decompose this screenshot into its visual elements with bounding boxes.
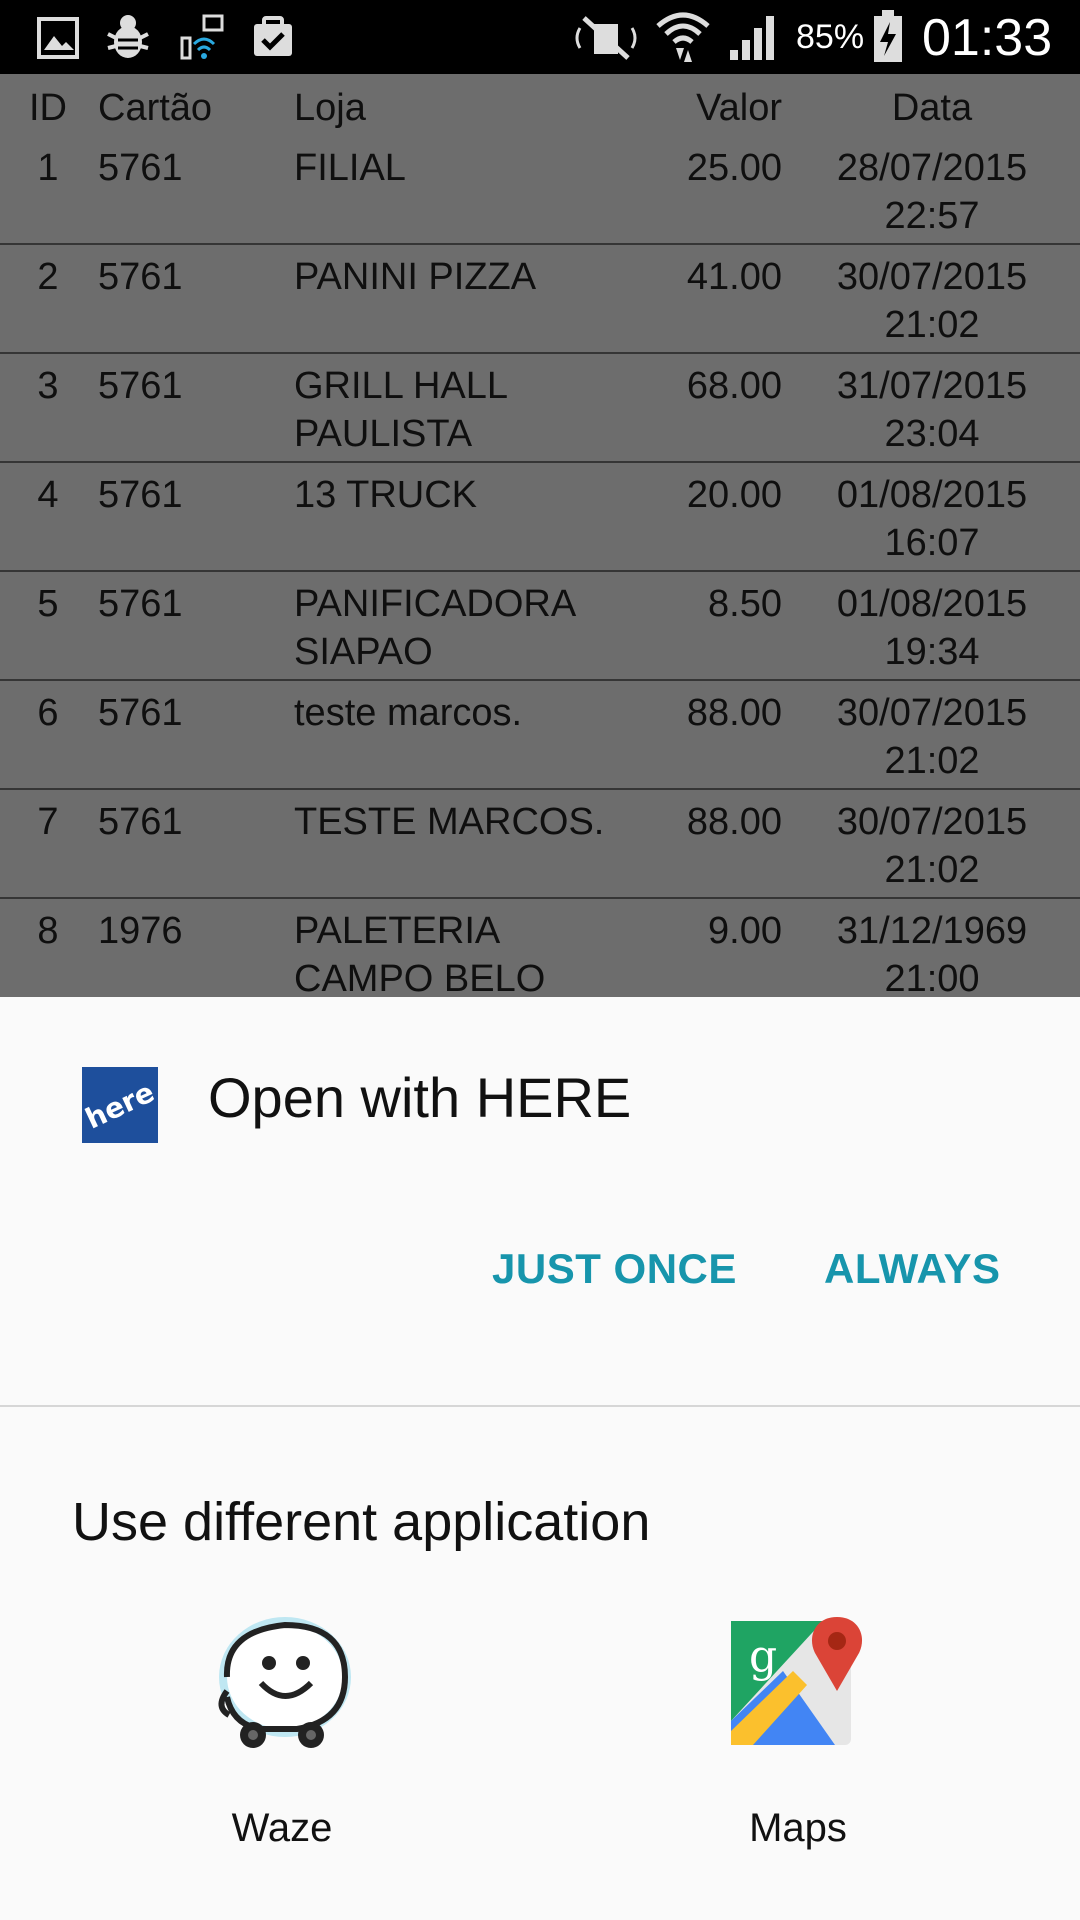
table-header: ID Cartão Loja Valor Data (0, 74, 1080, 136)
cell-date: 31/12/1969 21:00 (836, 910, 1028, 1000)
waze-icon (218, 1617, 351, 1748)
cell-value: 41.00 (686, 256, 782, 298)
cell-value: 20.00 (686, 474, 782, 516)
table-row: 4 5761 13 TRUCK 20.00 01/08/2015 16:07 (0, 463, 1080, 572)
battery-percentage: 85% (796, 18, 865, 56)
cell-card: 5761 (98, 801, 183, 843)
clock: 01:33 (922, 9, 1053, 67)
cell-store: teste marcos. (294, 692, 523, 734)
table-row: 3 5761 GRILL HALL PAULISTA 68.00 31/07/2015 … (0, 354, 1080, 463)
app-option-waze[interactable]: Waze (162, 1611, 402, 1851)
cell-date: 28/07/2015 22:57 (836, 147, 1028, 237)
cell-date: 30/07/2015 21:02 (836, 801, 1028, 891)
cell-value: 25.00 (686, 147, 782, 189)
cell-card: 5761 (98, 583, 183, 625)
app-label-waze: Waze (231, 1806, 333, 1850)
cell-id: 2 (37, 256, 59, 298)
cell-id: 6 (37, 692, 59, 734)
status-bar: 85% 01:33 (0, 0, 1080, 74)
cell-id: 5 (37, 583, 59, 625)
cell-value: 88.00 (686, 692, 782, 734)
cell-value: 68.00 (686, 365, 782, 407)
cell-store: PANINI PIZZA (294, 256, 537, 298)
divider (0, 1405, 1080, 1407)
cell-card: 5761 (98, 365, 183, 407)
just-once-button[interactable]: JUST ONCE (492, 1245, 737, 1293)
cell-id: 3 (37, 365, 59, 407)
dialog-title: Open with HERE (208, 1066, 632, 1129)
table-row: 8 1976 PALETERIA CAMPO BELO 9.00 31/12/1969 … (0, 899, 1080, 1008)
cell-store: TESTE MARCOS. (294, 801, 605, 843)
app-option-maps[interactable]: g Maps (678, 1611, 918, 1851)
cell-date: 30/07/2015 21:02 (836, 256, 1028, 346)
cell-card: 5761 (98, 256, 183, 298)
cell-card: 5761 (98, 474, 183, 516)
table-row: 2 5761 PANINI PIZZA 41.00 30/07/2015 21:02 (0, 245, 1080, 354)
cell-card: 5761 (98, 147, 183, 189)
cell-store: FILIAL (294, 147, 406, 189)
cell-value: 8.50 (708, 583, 782, 625)
always-button[interactable]: ALWAYS (824, 1245, 1001, 1293)
cell-id: 4 (37, 474, 59, 516)
app-chooser-sheet: here Open with HERE JUST ONCE ALWAYS Use… (0, 997, 1080, 1920)
clipboard-check-icon (254, 16, 292, 56)
cell-value: 9.00 (708, 910, 782, 952)
here-logo-text: here (80, 1074, 160, 1136)
cell-store: 13 TRUCK (294, 474, 478, 516)
table-row: 1 5761 FILIAL 25.00 28/07/2015 22:57 (0, 136, 1080, 245)
battery-charging-icon (874, 10, 902, 62)
svg-text:g: g (749, 1631, 777, 1682)
section-title: Use different application (72, 1492, 651, 1552)
cell-date: 31/07/2015 23:04 (836, 365, 1028, 455)
cell-store: PALETERIA CAMPO BELO (294, 910, 546, 1000)
cell-id: 8 (37, 910, 59, 952)
app-label-maps: Maps (749, 1806, 847, 1850)
cell-date: 01/08/2015 19:34 (836, 583, 1028, 673)
header-card: Cartão (98, 87, 213, 129)
cell-date: 30/07/2015 21:02 (836, 692, 1028, 782)
wifi-transfer-icon (180, 14, 224, 60)
header-id: ID (29, 87, 67, 129)
transactions-table: ID Cartão Loja Valor Data 1 5761 FILIAL 25.… (0, 74, 1080, 1008)
debug-bug-icon (107, 15, 149, 58)
cell-store: PANIFICADORA SIAPAO (294, 583, 575, 673)
cell-card: 1976 (98, 910, 183, 952)
table-row: 6 5761 teste marcos. 88.00 30/07/2015 21:02 (0, 681, 1080, 790)
gallery-icon (37, 17, 79, 59)
header-value: Valor (696, 87, 782, 129)
signal-icon (730, 16, 774, 60)
cell-id: 1 (37, 147, 59, 189)
table-body: 1 5761 FILIAL 25.00 28/07/2015 22:57 2 5761 PAN… (0, 136, 1080, 1008)
google-maps-icon: g (731, 1617, 863, 1745)
cell-date: 01/08/2015 16:07 (836, 474, 1028, 564)
cell-card: 5761 (98, 692, 183, 734)
cell-id: 7 (37, 801, 59, 843)
wifi-icon (656, 12, 710, 62)
header-date: Data (891, 87, 973, 129)
here-app-icon: here (80, 1067, 160, 1143)
header-store: Loja (294, 87, 366, 129)
mute-icon (575, 16, 637, 60)
table-row: 5 5761 PANIFICADORA SIAPAO 8.50 01/08/2015 1… (0, 572, 1080, 681)
cell-store: GRILL HALL PAULISTA (294, 365, 507, 455)
cell-value: 88.00 (686, 801, 782, 843)
screen: 85% 01:33 ID Cartão Loja Valor Data 1 576… (0, 0, 1080, 1920)
table-row: 7 5761 TESTE MARCOS. 88.00 30/07/2015 21:02 (0, 790, 1080, 899)
